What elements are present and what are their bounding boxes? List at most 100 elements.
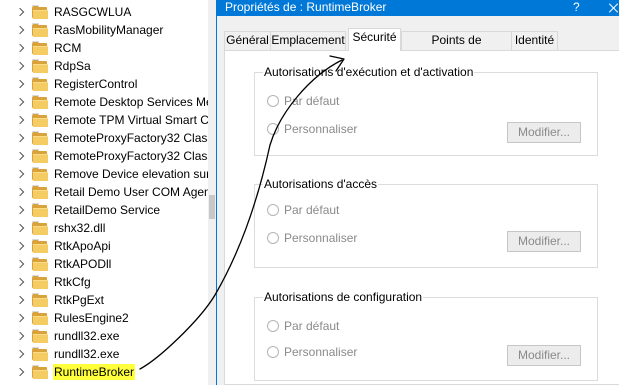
tree-item-label: RegisterControl	[54, 77, 138, 91]
default-radio-label[interactable]: Par défaut	[284, 319, 339, 333]
tree-item-rundll32-b[interactable]: rundll32.exe	[0, 345, 208, 363]
tab-securite[interactable]: Sécurité	[348, 28, 401, 51]
tree-item-rtkapoapi[interactable]: RtkApoApi	[0, 237, 208, 255]
custom-radio-label[interactable]: Personnaliser	[284, 122, 357, 136]
folder-icon	[32, 95, 48, 109]
tree-item-remoteproxyfactory32-a[interactable]: RemoteProxyFactory32 Class	[0, 129, 213, 147]
chevron-right-icon[interactable]	[15, 133, 25, 143]
tree-item-rtkpgext[interactable]: RtkPgExt	[0, 291, 208, 309]
tree-item-retail-demo-user-com-agent[interactable]: Retail Demo User COM Agent	[0, 183, 214, 201]
chevron-right-icon[interactable]	[15, 367, 25, 377]
component-tree: RASGCWLUA RasMobilityManager RCM RdpSa R…	[0, 0, 216, 385]
default-radio[interactable]	[267, 95, 279, 107]
tree-item-rtkcfg[interactable]: RtkCfg	[0, 273, 208, 291]
tab-emplacement[interactable]: Emplacement	[270, 31, 346, 50]
tree-item-label: rundll32.exe	[54, 329, 120, 343]
access-permissions-group: Autorisations d'accès Par défaut Personn…	[254, 177, 598, 268]
tree-item-rasmobilitymanager[interactable]: RasMobilityManager	[0, 21, 208, 39]
tab-points-de-terminaison[interactable]: Points de terminaison	[401, 31, 512, 64]
chevron-right-icon[interactable]	[15, 241, 25, 251]
chevron-right-icon[interactable]	[15, 331, 25, 341]
tree-item-rasgcwlua[interactable]: RASGCWLUA	[0, 3, 208, 21]
close-icon[interactable]	[607, 0, 619, 16]
tab-general[interactable]: Général	[224, 31, 271, 50]
tree-item-remote-tpm[interactable]: Remote TPM Virtual Smart Ca	[0, 111, 216, 129]
tree-item-rdpsa[interactable]: RdpSa	[0, 57, 208, 75]
custom-radio-label[interactable]: Personnaliser	[284, 231, 357, 245]
custom-radio[interactable]	[267, 232, 279, 244]
group-title: Autorisations de configuration	[263, 290, 424, 304]
tree-item-label: Remove Device elevation surr	[54, 167, 215, 181]
folder-icon	[32, 365, 48, 379]
chevron-right-icon[interactable]	[15, 205, 25, 215]
modify-button[interactable]: Modifier...	[507, 122, 581, 143]
chevron-right-icon[interactable]	[15, 61, 25, 71]
folder-icon	[32, 221, 48, 235]
tab-identite[interactable]: Identité	[511, 31, 558, 50]
tree-item-retaildemo-service[interactable]: RetailDemo Service	[0, 201, 208, 219]
folder-icon	[32, 149, 48, 163]
tree-item-rulesengine2[interactable]: RulesEngine2	[0, 309, 208, 327]
folder-icon	[32, 167, 48, 181]
tree-item-label: Remote TPM Virtual Smart Ca	[54, 113, 216, 127]
chevron-right-icon[interactable]	[15, 7, 25, 17]
chevron-right-icon[interactable]	[15, 79, 25, 89]
tree-item-registercontrol[interactable]: RegisterControl	[0, 75, 208, 93]
tree-item-rundll32-a[interactable]: rundll32.exe	[0, 327, 208, 345]
tree-item-rcm[interactable]: RCM	[0, 39, 208, 57]
tree-item-remote-desktop-services[interactable]: Remote Desktop Services Mes	[0, 93, 216, 111]
chevron-right-icon[interactable]	[15, 349, 25, 359]
dialog-titlebar[interactable]: Propriétés de : RuntimeBroker ?	[217, 0, 619, 16]
default-radio-label[interactable]: Par défaut	[284, 94, 339, 108]
chevron-right-icon[interactable]	[15, 97, 25, 107]
security-tab-panel: Autorisations d'exécution et d'activatio…	[224, 50, 619, 385]
tree-item-remoteproxyfactory32-b[interactable]: RemoteProxyFactory32 Class	[0, 147, 213, 165]
tree-item-label: rshx32.dll	[54, 221, 106, 235]
chevron-right-icon[interactable]	[15, 25, 25, 35]
chevron-right-icon[interactable]	[15, 115, 25, 125]
tree-item-runtimebroker[interactable]: RuntimeBroker	[0, 363, 208, 381]
chevron-right-icon[interactable]	[15, 259, 25, 269]
default-radio[interactable]	[267, 320, 279, 332]
help-button[interactable]: ?	[573, 0, 580, 15]
folder-icon	[32, 131, 48, 145]
tree-item-label: RulesEngine2	[54, 311, 129, 325]
chevron-right-icon[interactable]	[15, 43, 25, 53]
folder-icon	[32, 77, 48, 91]
tree-scrollbar-thumb[interactable]	[209, 195, 215, 219]
folder-icon	[32, 59, 48, 73]
tree-item-rtkapodll[interactable]: RtkAPODll	[0, 255, 208, 273]
folder-icon	[32, 23, 48, 37]
chevron-right-icon[interactable]	[15, 313, 25, 323]
tree-item-label: RASGCWLUA	[54, 5, 132, 19]
folder-icon	[32, 257, 48, 271]
tree-item-label: RtkPgExt	[54, 293, 105, 307]
chevron-right-icon[interactable]	[15, 169, 25, 179]
custom-radio[interactable]	[267, 346, 279, 358]
chevron-right-icon[interactable]	[15, 295, 25, 305]
tree-item-rshx32[interactable]: rshx32.dll	[0, 219, 208, 237]
custom-radio[interactable]	[267, 123, 279, 135]
default-radio-label[interactable]: Par défaut	[284, 203, 339, 217]
chevron-right-icon[interactable]	[15, 151, 25, 161]
configuration-permissions-group: Autorisations de configuration Par défau…	[254, 290, 598, 381]
tree-item-label: RCM	[54, 41, 82, 55]
tree-item-remove-device-elevation[interactable]: Remove Device elevation surr	[0, 165, 214, 183]
tree-item-label: RetailDemo Service	[54, 203, 161, 217]
chevron-right-icon[interactable]	[15, 223, 25, 233]
tree-item-label: Remote Desktop Services Mes	[54, 95, 216, 109]
folder-icon	[32, 203, 48, 217]
folder-icon	[32, 5, 48, 19]
folder-icon	[32, 185, 48, 199]
chevron-right-icon[interactable]	[15, 277, 25, 287]
tree-item-label: RdpSa	[54, 59, 91, 73]
modify-button[interactable]: Modifier...	[507, 345, 581, 366]
tree-scrollbar[interactable]	[208, 0, 216, 385]
tree-item-label: RtkAPODll	[54, 257, 112, 271]
custom-radio-label[interactable]: Personnaliser	[284, 345, 357, 359]
default-radio[interactable]	[267, 204, 279, 216]
tree-item-label: RtkApoApi	[54, 239, 111, 253]
modify-button[interactable]: Modifier...	[507, 231, 581, 252]
chevron-right-icon[interactable]	[15, 187, 25, 197]
tree-item-label: RuntimeBroker	[53, 364, 136, 380]
